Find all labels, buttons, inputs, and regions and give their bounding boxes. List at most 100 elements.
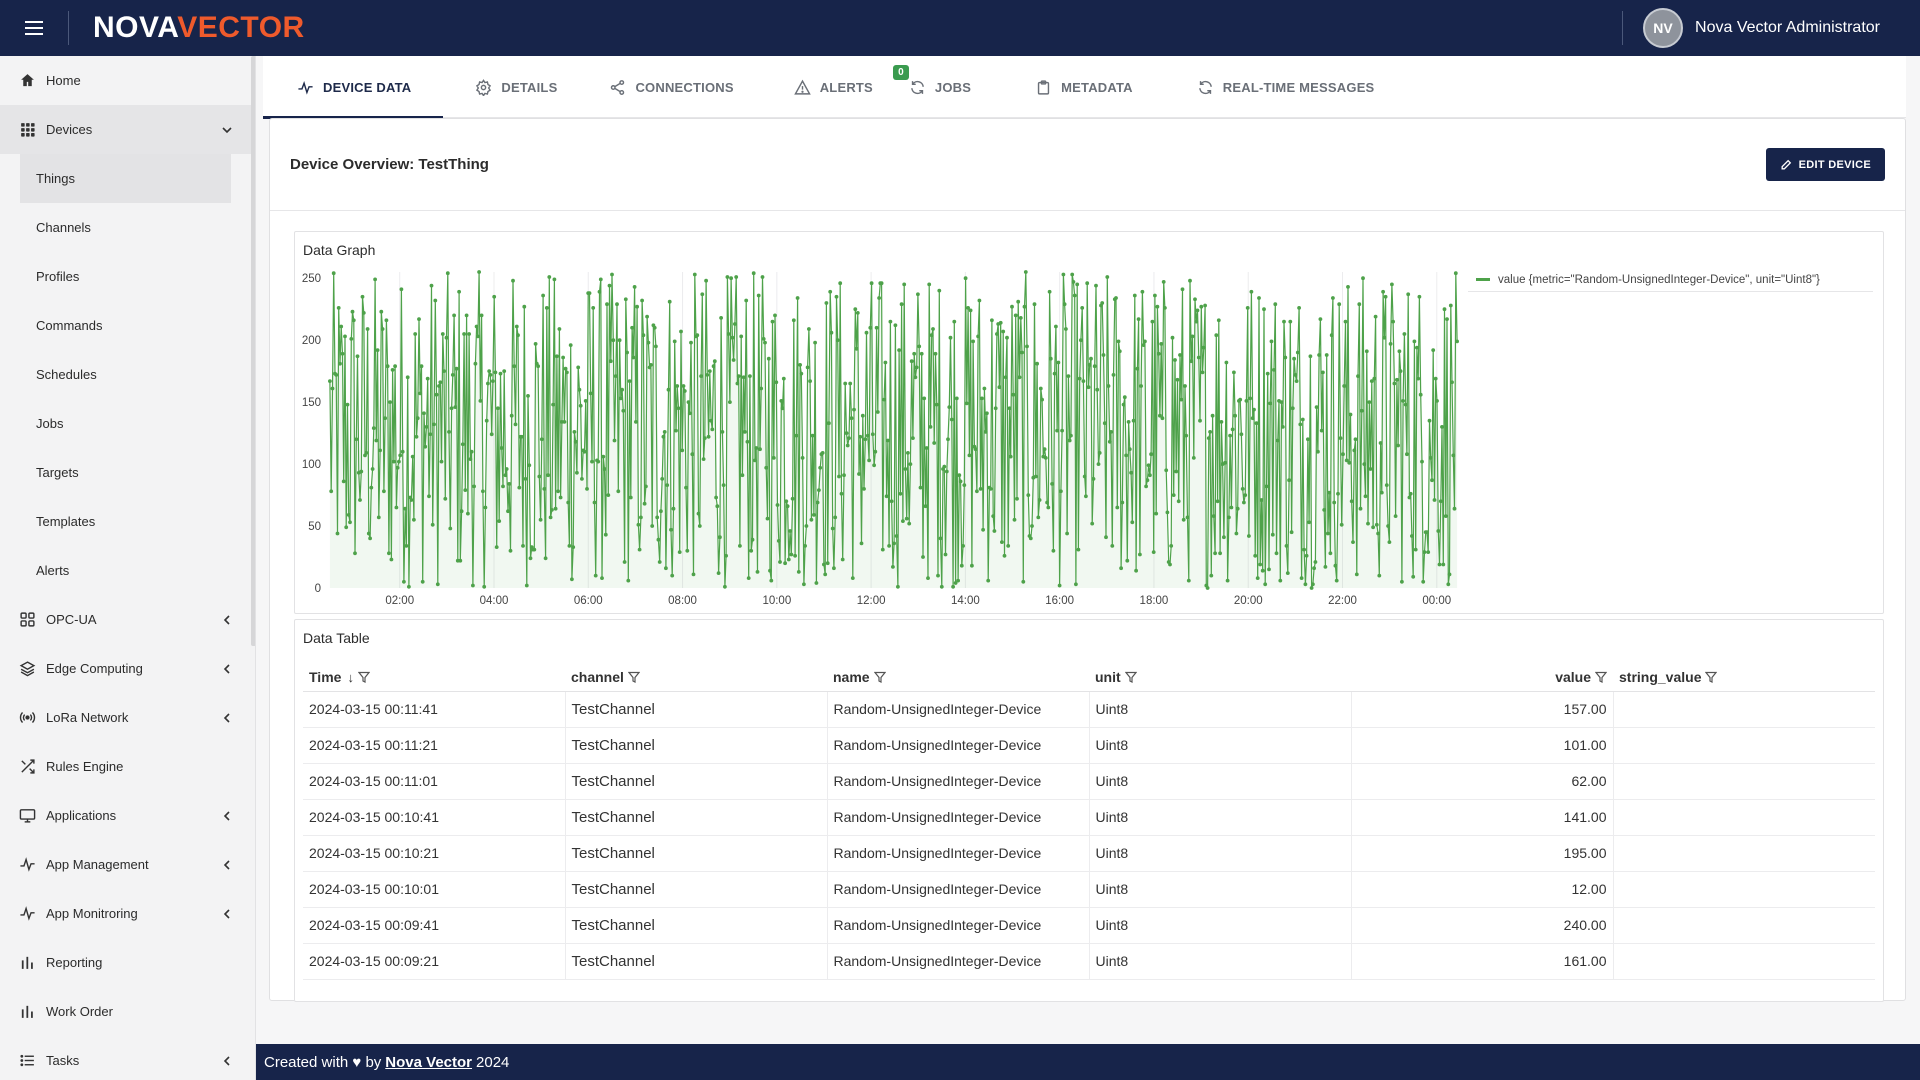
sidebar-sub-commands[interactable]: Commands [0,301,255,350]
data-point [1035,361,1039,366]
column-header-unit[interactable]: unit [1089,663,1351,692]
data-point [1248,396,1253,401]
sidebar-item-reporting[interactable]: Reporting [0,938,255,987]
data-point [771,456,776,460]
sidebar-sub-schedules[interactable]: Schedules [0,350,255,399]
data-point [1443,514,1448,518]
data-point [748,374,752,378]
sidebar-item-edge-computing[interactable]: Edge Computing [0,644,255,693]
tab-real-time-messages[interactable]: REAL-TIME MESSAGES [1197,56,1395,118]
column-header-name[interactable]: name [827,663,1089,692]
sidebar-item-rules-engine[interactable]: Rules Engine [0,742,255,791]
chevron-left-icon [221,614,233,626]
sidebar-sub-targets[interactable]: Targets [0,448,255,497]
data-point [434,392,439,397]
table-row[interactable]: 2024-03-15 00:10:01 TestChannel Random-Uns… [303,871,1875,908]
data-point [1074,582,1078,587]
data-point [474,324,479,329]
sidebar-item-home[interactable]: Home [0,56,255,105]
data-point [758,447,762,452]
sort-arrow-down-icon[interactable]: ↓ [347,670,354,685]
data-point [580,477,584,481]
avatar[interactable]: NV [1643,8,1684,48]
table-row[interactable]: 2024-03-15 00:11:41 TestChannel Random-Uns… [303,691,1875,728]
filter-icon[interactable] [1705,671,1718,683]
data-point [1257,296,1261,300]
data-point [1079,338,1083,343]
graph-legend[interactable]: value {metric="Random-UnsignedInteger-De… [1468,268,1873,292]
column-header-value[interactable]: value [1351,663,1613,692]
tab-connections[interactable]: CONNECTIONS [609,56,793,118]
tab-alerts[interactable]: ALERTS 0 [793,56,909,118]
filter-icon[interactable] [873,671,886,683]
sidebar-item-devices[interactable]: Devices [0,105,255,154]
data-point [961,544,965,548]
data-point [888,319,893,324]
data-point [343,334,347,339]
table-cell-channel: TestChannel [565,727,828,764]
tab-jobs[interactable]: JOBS [909,56,1035,118]
edit-device-button[interactable]: EDIT DEVICE [1765,148,1885,181]
sidebar-item-opc-ua[interactable]: OPC-UA [0,595,255,644]
data-point [1215,499,1220,504]
data-point [1159,342,1164,346]
table-row[interactable]: 2024-03-15 00:09:21 TestChannel Random-Uns… [303,943,1875,980]
filter-icon[interactable] [627,671,640,683]
sidebar-sub-jobs[interactable]: Jobs [0,399,255,448]
data-point [1040,397,1044,402]
sidebar-sub-things[interactable]: Things [20,154,231,203]
app-logo[interactable]: NOVAVECTOR [93,11,305,45]
data-point [1198,418,1202,423]
data-graph[interactable]: 0 50 100 150 200 250 02:00 04:00 06:00 08:00 10:00… [295,232,1460,615]
data-point [830,526,835,531]
data-point [627,379,632,383]
data-point [1077,376,1082,381]
sidebar-sub-templates[interactable]: Templates [0,497,255,546]
table-row[interactable]: 2024-03-15 00:10:41 TestChannel Random-Uns… [303,799,1875,836]
data-point [981,527,985,532]
data-point [1160,416,1165,421]
sidebar-sub-profiles[interactable]: Profiles [0,252,255,301]
data-point [496,406,500,411]
table-row[interactable]: 2024-03-15 00:11:01 TestChannel Random-Uns… [303,763,1875,800]
data-point [1141,343,1146,347]
filter-icon[interactable] [1595,671,1607,683]
data-point [1087,363,1092,367]
data-point [914,365,919,370]
sidebar-item-applications[interactable]: Applications [0,791,255,840]
filter-icon[interactable] [357,671,370,683]
data-point [409,498,414,502]
data-point [1364,349,1369,354]
data-point [689,340,693,345]
data-point [1196,355,1201,360]
sidebar-item-work-order[interactable]: Work Order [0,987,255,1036]
filter-icon[interactable] [1124,671,1137,683]
data-point [1185,515,1190,520]
data-point [765,516,770,521]
tab-metadata[interactable]: METADATA [1035,56,1197,118]
sidebar-scrollbar[interactable] [251,56,255,646]
column-header-string-value[interactable]: string_value [1613,663,1875,692]
sidebar-item-tasks[interactable]: Tasks [0,1036,255,1080]
sidebar-sub-channels[interactable]: Channels [0,203,255,252]
sidebar-item-app-monitoring[interactable]: App Monitroring [0,889,255,938]
data-point [1425,530,1429,535]
tab-device-data[interactable]: DEVICE DATA [263,56,444,119]
table-row[interactable]: 2024-03-15 00:09:41 TestChannel Random-Uns… [303,907,1875,944]
data-point [593,573,598,578]
menu-icon[interactable] [0,0,68,56]
data-point [1252,407,1256,412]
data-point [976,334,980,339]
column-header-channel[interactable]: channel [565,663,827,692]
column-header-time[interactable]: Time ↓ [303,663,565,692]
table-row[interactable]: 2024-03-15 00:11:21 TestChannel Random-Uns… [303,727,1875,764]
antenna-icon [18,709,36,727]
sidebar-sub-alerts[interactable]: Alerts [0,546,255,595]
user-name[interactable]: Nova Vector Administrator [1695,19,1880,37]
data-point [1372,376,1377,381]
tab-details[interactable]: DETAILS [443,56,609,118]
sidebar-item-lora-network[interactable]: LoRa Network [0,693,255,742]
table-row[interactable]: 2024-03-15 00:10:21 TestChannel Random-Uns… [303,835,1875,872]
footer-link[interactable]: Nova Vector [385,1054,472,1071]
sidebar-item-app-management[interactable]: App Management [0,840,255,889]
